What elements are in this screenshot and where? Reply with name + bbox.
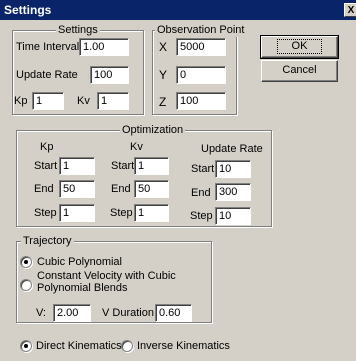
z-field[interactable]: 100 bbox=[176, 92, 226, 110]
time-interval-field[interactable]: 1.00 bbox=[79, 38, 129, 56]
update-rate-step-field[interactable]: 10 bbox=[215, 207, 251, 225]
constant-velocity-radio[interactable] bbox=[20, 279, 32, 291]
title-bar: Settings X bbox=[0, 0, 356, 20]
kp-start-field[interactable]: 1 bbox=[59, 157, 95, 175]
kv-end-field[interactable]: 50 bbox=[134, 180, 169, 198]
update-rate-column-header: Update Rate bbox=[201, 143, 263, 155]
direct-kinematics-radio[interactable] bbox=[20, 340, 32, 352]
trajectory-legend: Trajectory bbox=[21, 235, 74, 248]
update-rate-end-field[interactable]: 300 bbox=[215, 183, 251, 201]
kv-column-header: Kv bbox=[130, 141, 143, 153]
x-field[interactable]: 5000 bbox=[176, 38, 226, 56]
y-field[interactable]: 0 bbox=[176, 66, 226, 84]
kv-step-field[interactable]: 1 bbox=[134, 204, 169, 222]
ok-button-label: OK bbox=[276, 39, 323, 54]
kv-step-label: Step bbox=[110, 207, 133, 219]
kp-end-field[interactable]: 50 bbox=[59, 180, 95, 198]
update-rate-step-label: Step bbox=[190, 210, 213, 222]
settings-legend: Settings bbox=[56, 24, 100, 37]
v-field[interactable]: 2.00 bbox=[53, 304, 91, 322]
kv-start-label: Start bbox=[111, 160, 135, 172]
x-label: X bbox=[159, 40, 168, 54]
kv-label: Kv bbox=[77, 95, 90, 107]
update-rate-field[interactable]: 100 bbox=[90, 66, 129, 84]
direct-kinematics-label[interactable]: Direct Kinematics bbox=[36, 340, 122, 353]
z-label: Z bbox=[159, 95, 167, 109]
cancel-button[interactable]: Cancel bbox=[261, 60, 338, 82]
kp-label: Kp bbox=[14, 95, 28, 107]
observation-point-legend: Observation Point bbox=[155, 24, 247, 37]
ok-button[interactable]: OK bbox=[260, 35, 339, 59]
update-rate-start-label: Start bbox=[191, 163, 215, 175]
time-interval-label: Time Interval bbox=[16, 41, 80, 53]
inverse-kinematics-label[interactable]: Inverse Kinematics bbox=[137, 340, 230, 353]
cubic-polynomial-label[interactable]: Cubic Polynomial bbox=[37, 256, 122, 269]
kv-end-label: End bbox=[111, 183, 131, 195]
kv-start-field[interactable]: 1 bbox=[134, 157, 169, 175]
optimization-legend: Optimization bbox=[120, 124, 186, 137]
update-rate-label: Update Rate bbox=[16, 69, 78, 81]
y-label: Y bbox=[159, 68, 168, 82]
window-title: Settings bbox=[4, 3, 52, 17]
v-duration-field[interactable]: 0.60 bbox=[155, 304, 192, 322]
kp-step-label: Step bbox=[34, 207, 57, 219]
v-label: V: bbox=[36, 307, 46, 319]
v-duration-label: V Duration: bbox=[102, 307, 158, 319]
kp-start-label: Start bbox=[34, 160, 58, 172]
inverse-kinematics-radio[interactable] bbox=[121, 340, 133, 352]
kv-field[interactable]: 1 bbox=[97, 92, 129, 110]
kp-end-label: End bbox=[34, 183, 54, 195]
kp-column-header: Kp bbox=[40, 141, 54, 153]
kp-step-field[interactable]: 1 bbox=[59, 204, 95, 222]
kp-field[interactable]: 1 bbox=[32, 92, 64, 110]
cubic-polynomial-radio[interactable] bbox=[20, 256, 32, 268]
constant-velocity-label-line2[interactable]: Polynomial Blends bbox=[37, 282, 128, 295]
update-rate-end-label: End bbox=[191, 187, 211, 199]
update-rate-start-field[interactable]: 10 bbox=[215, 160, 251, 178]
close-icon: X bbox=[347, 5, 355, 16]
close-button[interactable]: X bbox=[344, 3, 356, 17]
